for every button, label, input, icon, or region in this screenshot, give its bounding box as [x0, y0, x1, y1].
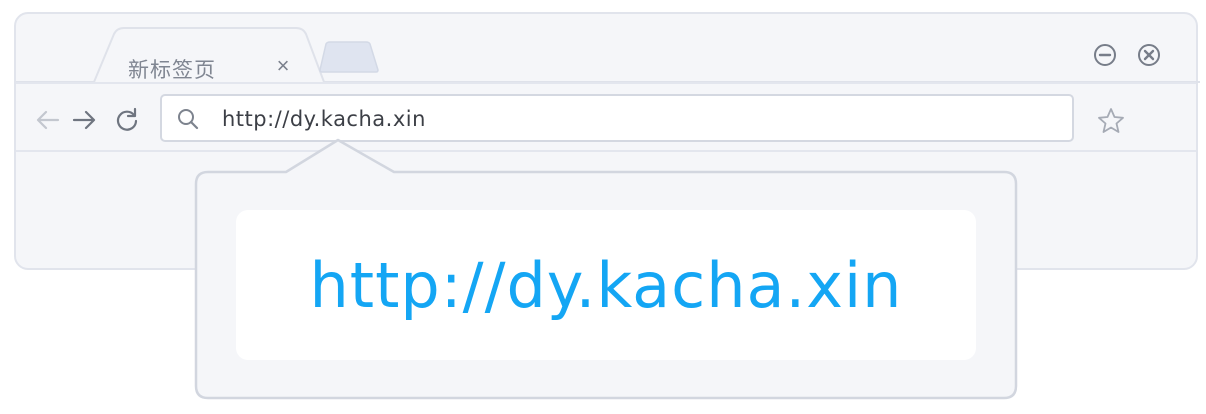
callout-card: http://dy.kacha.xin	[236, 210, 976, 360]
callout-url-text: http://dy.kacha.xin	[309, 248, 903, 322]
stage: 新标签页 × http://dy.kacha.xin http://dy.kac…	[0, 0, 1206, 414]
